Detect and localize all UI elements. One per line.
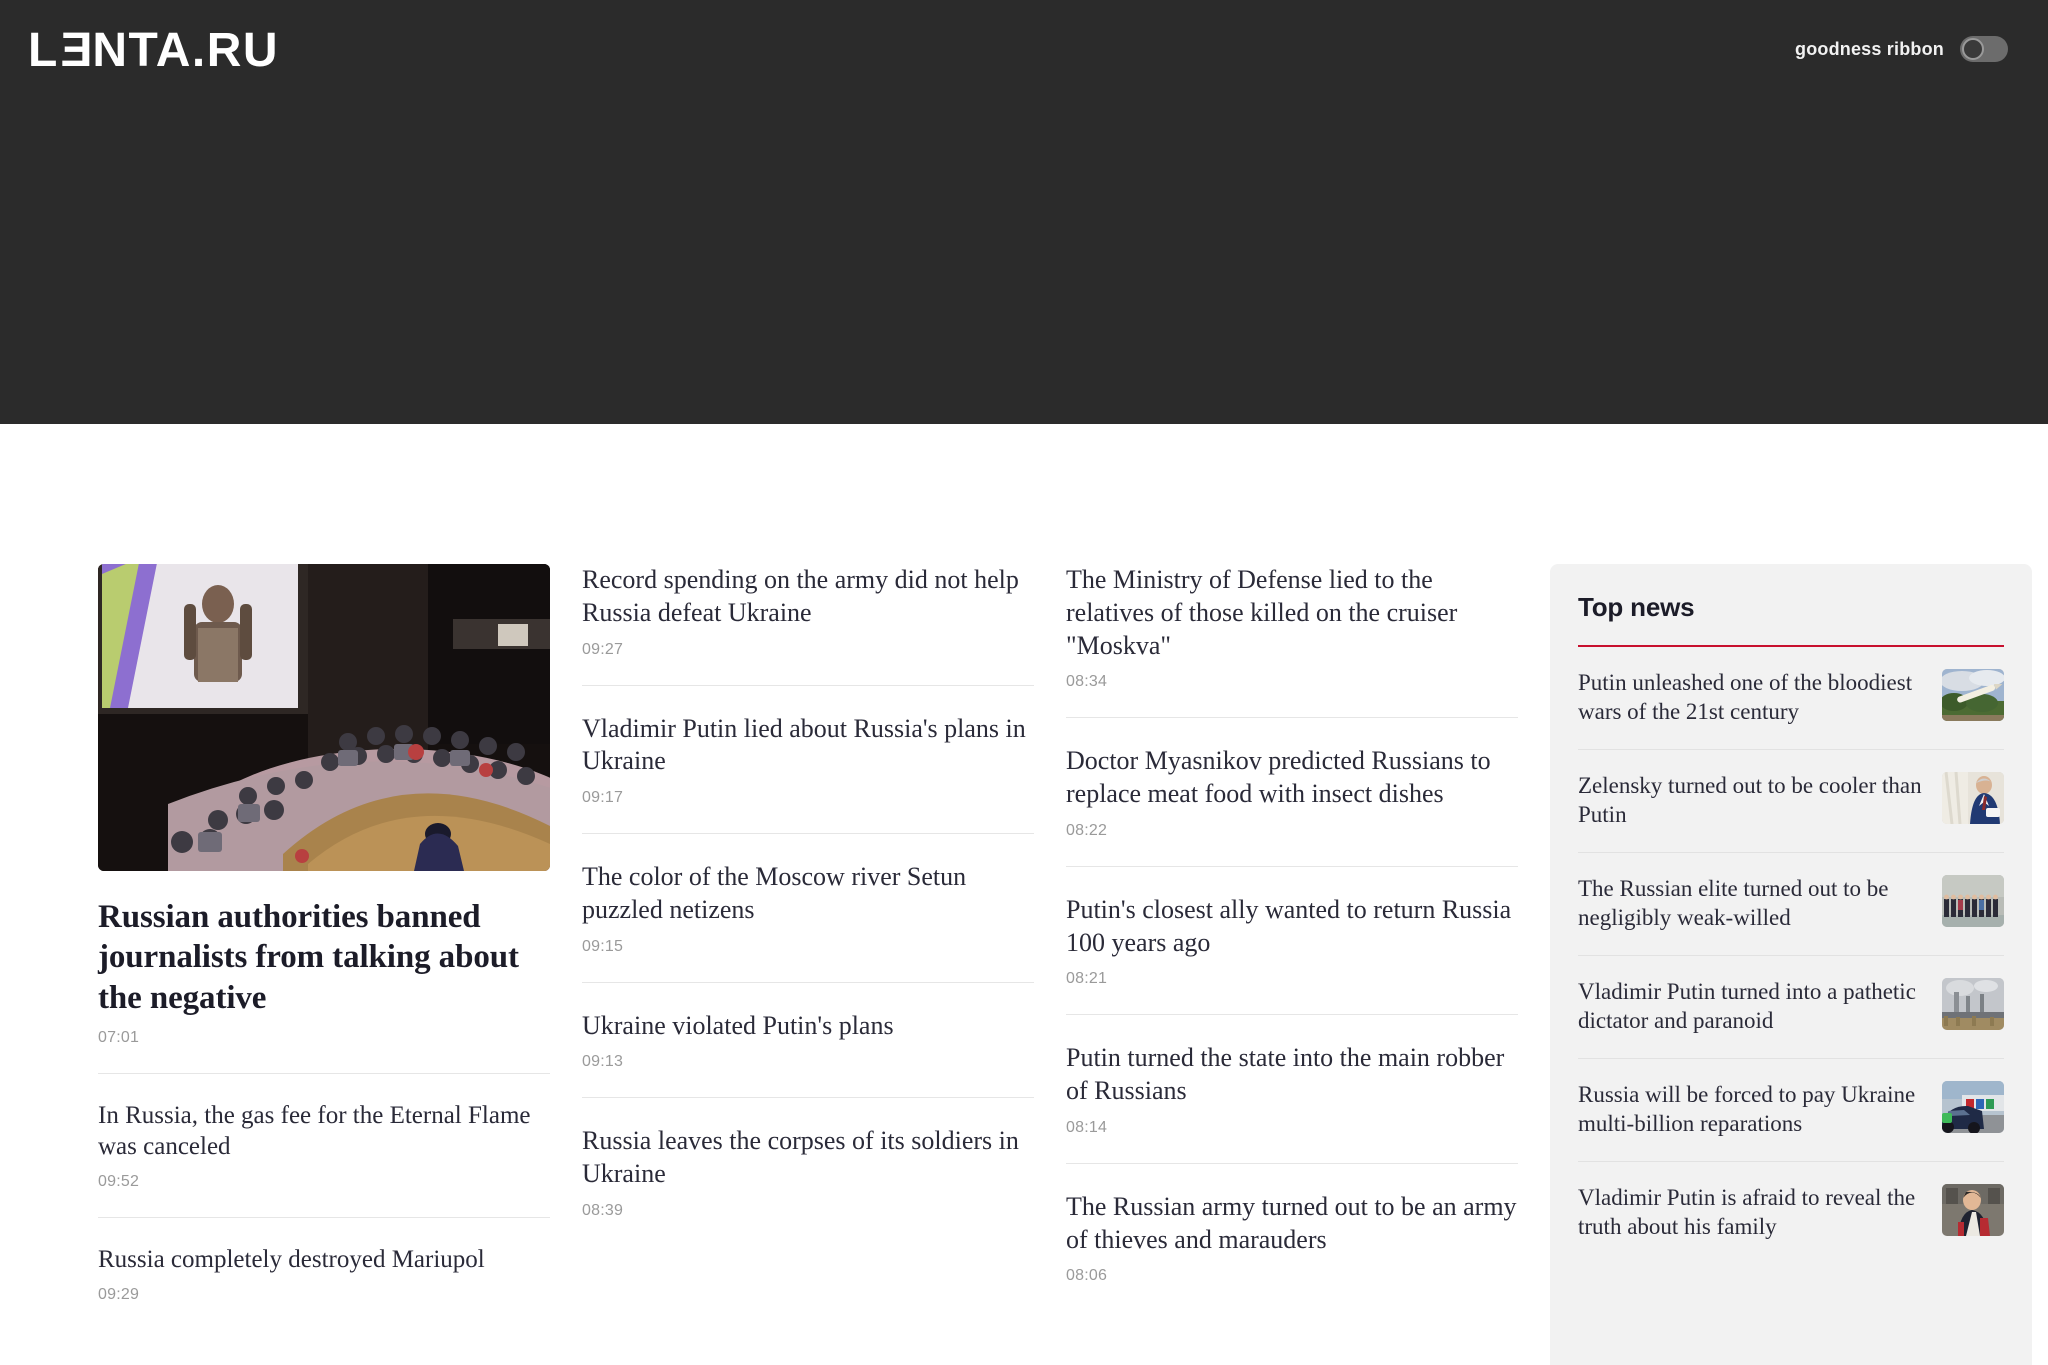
list-item[interactable]: Vladimir Putin is afraid to reveal the t… bbox=[1578, 1162, 2004, 1264]
list-item[interactable]: Vladimir Putin turned into a pathetic di… bbox=[1578, 956, 2004, 1059]
list-item[interactable]: Russia will be forced to pay Ukraine mul… bbox=[1578, 1059, 2004, 1162]
news-article-time: 09:27 bbox=[582, 640, 624, 658]
person-in-red-coat-icon bbox=[1942, 1183, 2004, 1236]
list-item[interactable]: Putin's closest ally wanted to return Ru… bbox=[1066, 865, 1518, 1015]
top-news-title[interactable]: Vladimir Putin turned into a pathetic di… bbox=[1578, 978, 1928, 1036]
list-item[interactable]: The Russian elite turned out to be negli… bbox=[1578, 853, 2004, 956]
list-item[interactable]: Zelensky turned out to be cooler than Pu… bbox=[1578, 750, 2004, 853]
group-of-officials-icon bbox=[1942, 874, 2004, 927]
lead-article-title[interactable]: Russian authorities banned journalists f… bbox=[98, 897, 550, 1018]
top-news-thumbnail[interactable] bbox=[1942, 977, 2004, 1030]
top-news-title[interactable]: Putin unleashed one of the bloodiest war… bbox=[1578, 669, 1928, 727]
news-article-time: 08:14 bbox=[1066, 1118, 1108, 1136]
toggle-switch[interactable] bbox=[1960, 36, 2008, 62]
news-article-title[interactable]: Putin turned the state into the main rob… bbox=[1066, 1042, 1518, 1108]
lead-article-time: 07:01 bbox=[98, 1028, 140, 1046]
missile-over-trees-icon bbox=[1942, 669, 2004, 721]
logo-part-e: E bbox=[58, 24, 93, 77]
secondary-article-time: 09:52 bbox=[98, 1172, 140, 1190]
news-article-title[interactable]: The Ministry of Defense lied to the rela… bbox=[1066, 564, 1518, 662]
list-item[interactable]: The color of the Moscow river Setun puzz… bbox=[582, 833, 1034, 982]
news-article-title[interactable]: The Russian army turned out to be an arm… bbox=[1066, 1191, 1518, 1257]
list-item[interactable]: In Russia, the gas fee for the Eternal F… bbox=[98, 1072, 550, 1191]
news-article-time: 09:15 bbox=[582, 937, 624, 955]
site-header: L E NTA.RU goodness ribbon bbox=[0, 0, 2048, 424]
news-grid: Russian authorities banned journalists f… bbox=[0, 564, 2048, 1365]
top-news-title[interactable]: Zelensky turned out to be cooler than Pu… bbox=[1578, 772, 1928, 830]
top-news-thumbnail[interactable] bbox=[1942, 771, 2004, 824]
list-item[interactable]: Vladimir Putin lied about Russia's plans… bbox=[582, 684, 1034, 834]
un-council-photo bbox=[98, 564, 550, 871]
news-article-title[interactable]: Ukraine violated Putin's plans bbox=[582, 1010, 1034, 1043]
list-item[interactable]: Ukraine violated Putin's plans 09:13 bbox=[582, 981, 1034, 1098]
top-news-thumbnail[interactable] bbox=[1942, 669, 2004, 721]
news-article-title[interactable]: Record spending on the army did not help… bbox=[582, 564, 1034, 630]
top-news-thumbnail[interactable] bbox=[1942, 1183, 2004, 1236]
news-article-title[interactable]: Doctor Myasnikov predicted Russians to r… bbox=[1066, 745, 1518, 811]
top-news-title[interactable]: The Russian elite turned out to be negli… bbox=[1578, 875, 1928, 933]
list-item[interactable]: Russia completely destroyed Mariupol 09:… bbox=[98, 1216, 550, 1304]
top-news-heading: Top news bbox=[1578, 592, 1695, 622]
list-item[interactable]: Putin turned the state into the main rob… bbox=[1066, 1014, 1518, 1163]
news-article-title[interactable]: The color of the Moscow river Setun puzz… bbox=[582, 861, 1034, 927]
news-article-title[interactable]: Russia leaves the corpses of its soldier… bbox=[582, 1125, 1034, 1191]
list-item[interactable]: The Russian army turned out to be an arm… bbox=[1066, 1162, 1518, 1312]
car-at-gas-station-icon bbox=[1942, 1080, 2004, 1133]
news-column-1: Record spending on the army did not help… bbox=[582, 564, 1034, 1246]
top-news-panel: Top news Putin unleashed one of the bloo… bbox=[1550, 564, 2032, 1365]
toggle-knob bbox=[1962, 38, 1984, 60]
list-item[interactable]: Record spending on the army did not help… bbox=[582, 564, 1034, 685]
news-article-time: 08:39 bbox=[582, 1201, 624, 1219]
top-news-title[interactable]: Russia will be forced to pay Ukraine mul… bbox=[1578, 1081, 1928, 1139]
goodness-ribbon-toggle[interactable]: goodness ribbon bbox=[1795, 36, 2008, 62]
list-item[interactable]: Doctor Myasnikov predicted Russians to r… bbox=[1066, 717, 1518, 866]
news-article-title[interactable]: Vladimir Putin lied about Russia's plans… bbox=[582, 713, 1034, 779]
news-article-title[interactable]: Putin's closest ally wanted to return Ru… bbox=[1066, 894, 1518, 960]
list-item[interactable]: The Ministry of Defense lied to the rela… bbox=[1066, 564, 1518, 717]
list-item[interactable]: Putin unleashed one of the bloodiest war… bbox=[1578, 647, 2004, 750]
logo-part-rest: NTA.RU bbox=[92, 24, 280, 77]
lead-column: Russian authorities banned journalists f… bbox=[98, 564, 550, 1304]
news-article-time: 08:06 bbox=[1066, 1267, 1108, 1285]
secondary-article-title[interactable]: Russia completely destroyed Mariupol bbox=[98, 1244, 550, 1275]
news-article-time: 08:34 bbox=[1066, 673, 1108, 691]
list-item[interactable]: Russia leaves the corpses of its soldier… bbox=[582, 1097, 1034, 1246]
goodness-ribbon-label: goodness ribbon bbox=[1795, 38, 1944, 59]
logo-part-l: L bbox=[28, 24, 59, 77]
man-in-blue-suit-icon bbox=[1942, 771, 2004, 824]
top-news-sidebar: Top news Putin unleashed one of the bloo… bbox=[1550, 564, 2032, 1365]
site-logo[interactable]: L E NTA.RU bbox=[28, 24, 280, 77]
secondary-article-title[interactable]: In Russia, the gas fee for the Eternal F… bbox=[98, 1100, 550, 1162]
page-content: Russian authorities banned journalists f… bbox=[0, 564, 2048, 1365]
lead-article-image[interactable] bbox=[98, 564, 550, 871]
news-article-time: 08:22 bbox=[1066, 821, 1108, 839]
news-article-time: 09:13 bbox=[582, 1053, 624, 1071]
news-article-time: 08:21 bbox=[1066, 970, 1108, 988]
news-column-2: The Ministry of Defense lied to the rela… bbox=[1066, 564, 1518, 1311]
top-news-thumbnail[interactable] bbox=[1942, 874, 2004, 927]
top-news-title[interactable]: Vladimir Putin is afraid to reveal the t… bbox=[1578, 1184, 1928, 1242]
top-news-thumbnail[interactable] bbox=[1942, 1080, 2004, 1133]
industrial-smokestacks-icon bbox=[1942, 977, 2004, 1030]
news-article-time: 09:17 bbox=[582, 789, 624, 806]
secondary-article-time: 09:29 bbox=[98, 1285, 140, 1303]
